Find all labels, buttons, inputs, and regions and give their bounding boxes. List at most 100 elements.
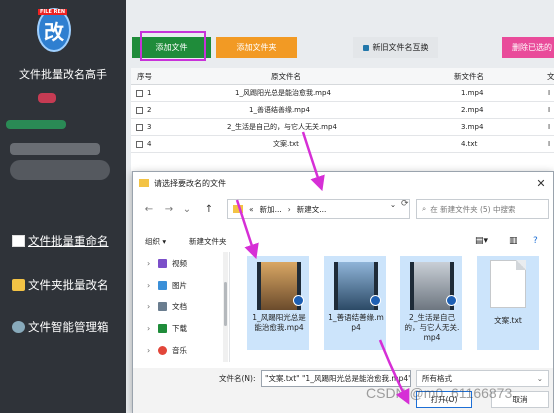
blurred-user-info [10,143,100,155]
swap-names-button[interactable]: 新旧文件名互换 [353,37,438,58]
address-segment[interactable]: 新建文... [297,204,327,215]
dialog-title: 请选择要改名的文件 [154,178,226,188]
text-file-icon [490,260,526,308]
col-header-old-name: 原文件名 [271,71,301,81]
sidebar-item-smart-manager[interactable]: 文件智能管理箱 [12,319,109,335]
sidebar-item-label: 文件夹批量改名 [28,278,109,292]
table-row[interactable]: 2 1_善语结善缘.mp4 2.mp4 I [131,102,554,119]
col-header-ext: 文 [547,71,554,81]
search-placeholder: 在 新建文件夹 (5) 中搜索 [430,204,516,214]
row-old-name: 2_生活是自己的，与它人无关.mp4 [227,123,337,131]
tree-item-label: 下载 [172,324,187,333]
delete-selected-button[interactable]: 删除已选的 [502,37,554,58]
address-segment[interactable]: 新加... [260,204,282,215]
open-file-dialog: 请选择要改名的文件 ✕ ← → ⌄ ↑ « 新加... › 新建文... ⌄ ⟳… [132,171,554,413]
row-checkbox[interactable] [136,106,143,114]
forward-arrow-icon[interactable]: → [159,204,179,215]
file-name: 1_善语结善缘.mp4 [328,313,384,332]
scrollbar-thumb[interactable] [224,282,227,326]
row-checkbox[interactable] [136,89,143,97]
address-bar[interactable]: « 新加... › 新建文... ⌄ [227,199,410,219]
download-folder-icon [158,324,167,333]
music-folder-icon [158,346,167,355]
row-checkbox[interactable] [136,140,143,148]
tree-item-pictures[interactable]: › 图片 [147,280,187,291]
table-row[interactable]: 3 2_生活是自己的，与它人无关.mp4 3.mp4 I [131,119,554,136]
file-tile[interactable]: 1_风踢阳光总是能治愈我.mp4 [247,256,309,350]
chevron-right-icon[interactable]: › [147,324,153,333]
video-folder-icon [158,259,167,268]
file-tile[interactable]: 文案.txt [477,256,539,350]
chevron-right-icon[interactable]: › [147,346,153,355]
search-icon: ⌕ [422,204,427,213]
file-name: 1_风踢阳光总是能治愈我.mp4 [252,313,306,332]
file-name: 2_生活是自己的，与它人无关.mp4 [404,313,460,342]
blurred-user-info [10,160,110,180]
tree-item-label: 文档 [172,302,187,311]
address-separator: › [287,204,291,214]
navigation-tree: › 视频 › 图片 › 文档 › 下载 › 音乐 [133,252,230,362]
chevron-right-icon[interactable]: › [147,259,153,268]
row-no: 3 [147,123,152,131]
file-table-body: 序号 原文件名 新文件名 文 1 1_风踢阳光总是能治愈我.mp4 1.mp4 … [131,68,554,171]
sidebar-item-folder-rename[interactable]: 文件夹批量改名 [12,277,109,293]
app-title: 文件批量改名高手 [19,68,107,81]
add-folder-button[interactable]: 添加文件夹 [216,37,297,58]
highlight-box [140,31,206,61]
tree-item-label: 图片 [172,281,187,290]
chevron-right-icon[interactable]: › [147,281,153,290]
row-old-name: 文案.txt [273,140,299,148]
chevron-down-icon[interactable]: ⌄ [388,200,398,209]
row-new-name: 2.mp4 [461,106,484,114]
row-no: 2 [147,106,152,114]
row-no: 4 [147,140,152,148]
table-row[interactable]: 4 文案.txt 4.txt I [131,136,554,153]
sidebar-item-batch-rename[interactable]: 文件批量重命名 [12,233,109,249]
sidebar-item-label: 文件智能管理箱 [28,320,109,334]
new-folder-button[interactable]: 新建文件夹 [189,236,227,247]
help-icon[interactable]: ? [533,236,538,246]
up-arrow-icon[interactable]: ↑ [199,204,219,215]
sidebar-item-label: 文件批量重命名 [28,234,109,248]
tree-item-label: 音乐 [172,346,187,355]
organize-menu[interactable]: 组织 ▾ [145,236,166,247]
swap-icon [362,44,369,51]
blurred-user-info [6,120,66,129]
video-badge-icon [446,295,457,306]
dialog-nav-bar: ← → ⌄ ↑ « 新加... › 新建文... ⌄ ⟳ ⌕ 在 新建文件夹 (… [133,194,553,224]
row-old-name: 1_善语结善缘.mp4 [249,106,310,114]
row-ext: I [548,106,551,114]
swap-names-label: 新旧文件名互换 [372,43,429,52]
search-input[interactable]: ⌕ 在 新建文件夹 (5) 中搜索 [416,199,549,219]
dropdown-chevron-icon[interactable]: ⌄ [177,204,197,215]
dialog-command-bar: 组织 ▾ 新建文件夹 ▤▾ ▥ ? [133,232,553,250]
row-old-name: 1_风踢阳光总是能治愈我.mp4 [235,89,331,97]
back-arrow-icon[interactable]: ← [139,204,159,215]
video-badge-icon [370,295,381,306]
file-tile[interactable]: 2_生活是自己的，与它人无关.mp4 [400,256,462,350]
chevron-right-icon[interactable]: › [147,302,153,311]
logo-tag: FILE REN [38,9,68,15]
tree-scrollbar[interactable] [223,252,228,362]
file-type-value: 所有格式 [422,374,452,383]
sidebar: 改 FILE REN 文件批量改名高手 文件批量重命名 文件夹批量改名 文件智能… [0,0,126,413]
refresh-icon[interactable]: ⟳ [401,199,415,209]
row-new-name: 1.mp4 [461,89,484,97]
dialog-title-bar: 请选择要改名的文件 [133,172,553,194]
row-checkbox[interactable] [136,123,143,131]
file-name: 文案.txt [494,316,522,325]
table-header-row: 序号 原文件名 新文件名 文 [131,68,554,85]
preview-pane-icon[interactable]: ▥ [509,236,518,246]
picture-folder-icon [158,281,167,290]
close-icon[interactable]: ✕ [533,175,549,191]
row-ext: I [548,89,551,97]
file-tile[interactable]: 1_善语结善缘.mp4 [324,256,386,350]
tree-item-music[interactable]: › 音乐 [147,345,187,356]
tree-item-videos[interactable]: › 视频 [147,258,187,269]
tree-item-documents[interactable]: › 文档 [147,301,187,312]
folder-icon [12,279,25,291]
table-row[interactable]: 1 1_风踢阳光总是能治愈我.mp4 1.mp4 I [131,85,554,102]
tree-item-label: 视频 [172,259,187,268]
view-options-icon[interactable]: ▤▾ [475,236,488,246]
tree-item-downloads[interactable]: › 下载 [147,323,187,334]
